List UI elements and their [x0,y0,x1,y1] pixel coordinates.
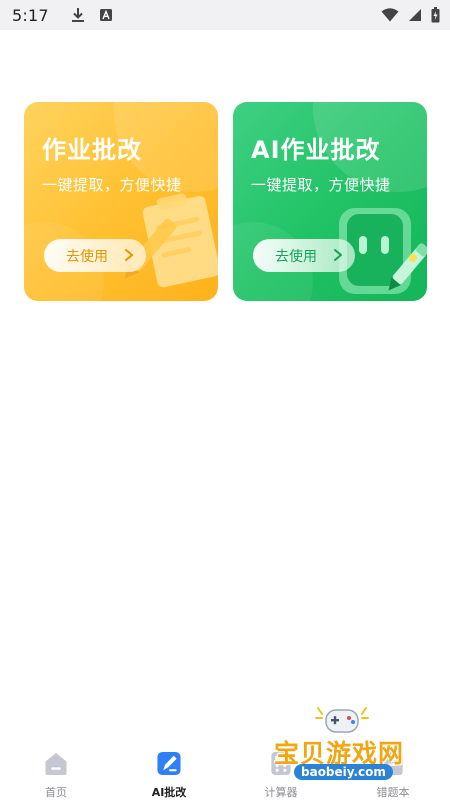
app-screen: 5:17 作业批改 一键提取，方便快捷 去使用 AI作业批改 一键提取，方便快捷… [0,0,450,800]
pen-edit-icon [157,751,181,776]
signal-icon [409,9,421,21]
download-icon [71,8,84,22]
home-icon [45,752,67,776]
card-title: AI作业批改 [251,136,381,164]
a-box-icon [99,9,112,21]
nav-item-ai-grading[interactable]: AI批改 [124,740,214,800]
wifi-icon [381,8,399,22]
status-bar: 5:17 [0,0,450,30]
nav-label: 首页 [45,786,67,799]
status-time: 5:17 [12,5,49,25]
card-subtitle: 一键提取，方便快捷 [251,176,391,194]
watermark-url: baobeiy.com [294,764,393,780]
status-left-icons [71,7,113,23]
use-button-label: 去使用 [66,248,108,265]
homework-grading-card[interactable]: 作业批改 一键提取，方便快捷 去使用 [24,102,218,301]
watermark-logo: 宝贝游戏网 baobeiy.com [268,700,418,795]
nav-label: AI批改 [151,786,187,799]
card-subtitle: 一键提取，方便快捷 [42,176,182,194]
chevron-right-icon [125,249,133,261]
ai-homework-grading-card[interactable]: AI作业批改 一键提取，方便快捷 去使用 [233,102,427,301]
battery-icon [431,7,440,23]
use-button[interactable]: 去使用 [44,239,146,272]
use-button-label: 去使用 [275,248,317,265]
status-right-icons [381,7,440,23]
nav-item-home[interactable]: 首页 [11,740,101,800]
gamepad-icon [315,707,369,733]
use-button[interactable]: 去使用 [253,239,355,272]
chevron-right-icon [334,249,342,261]
card-title: 作业批改 [42,136,142,164]
